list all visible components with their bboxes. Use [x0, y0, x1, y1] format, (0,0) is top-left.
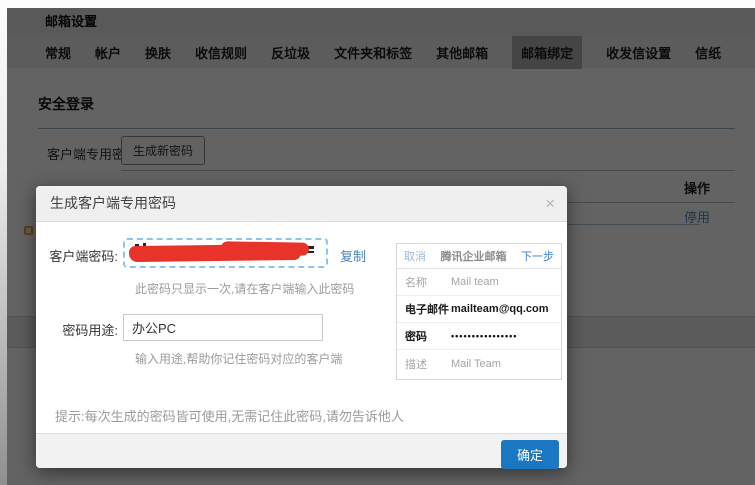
client-preview-next-label: 下一步 [521, 248, 554, 264]
client-preview-row-description: 描述 Mail Team [397, 350, 561, 377]
dialog-title: 生成客户端专用密码 [50, 186, 176, 221]
row-label: 电子邮件 [405, 301, 451, 317]
client-setup-preview: 取消 腾讯企业邮箱 下一步 名称 Mail team 电子邮件 mailteam… [396, 243, 562, 380]
client-preview-row-password: 密码 •••••••••••••••• [397, 323, 561, 350]
screenshot-frame: 邮箱设置 常规 帐户 换肤 收信规则 反垃圾 文件夹和标签 其他邮箱 邮箱绑定 … [0, 0, 755, 485]
redaction-scribble [129, 244, 301, 262]
dialog-tip: 提示:每次生成的密码皆可使用,无需记住此密码,请勿告诉他人 [55, 406, 404, 425]
purpose-input[interactable] [123, 314, 323, 341]
client-preview-title: 腾讯企业邮箱 [441, 248, 507, 264]
row-label: 密码 [405, 328, 451, 344]
generated-password-box [123, 238, 328, 268]
purpose-note: 输入用途,帮助你记住密码对应的客户端 [135, 350, 342, 367]
row-value: Mail team [451, 276, 499, 288]
password-note: 此密码只显示一次,请在客户端输入此密码 [135, 280, 354, 297]
row-value: •••••••••••••••• [451, 331, 517, 341]
row-label: 名称 [405, 274, 451, 290]
client-preview-navbar: 取消 腾讯企业邮箱 下一步 [397, 244, 561, 269]
dialog-footer: 确定 [36, 433, 567, 468]
client-preview-row-email: 电子邮件 mailteam@qq.com [397, 296, 561, 323]
close-icon[interactable]: × [545, 186, 555, 221]
dialog-header: 生成客户端专用密码 × [36, 186, 567, 222]
row-value: mailteam@qq.com [451, 303, 549, 315]
row-value: Mail Team [451, 358, 501, 370]
client-password-label: 客户端密码: [36, 246, 118, 265]
generate-password-dialog: 生成客户端专用密码 × 客户端密码: 复制 此密码只显示一次,请在客户端输入此密… [36, 186, 567, 468]
dialog-body: 客户端密码: 复制 此密码只显示一次,请在客户端输入此密码 密码用途: 输入用途… [36, 222, 567, 433]
client-preview-cancel-label: 取消 [404, 248, 426, 264]
client-preview-row-name: 名称 Mail team [397, 269, 561, 296]
confirm-button[interactable]: 确定 [501, 440, 559, 469]
purpose-label: 密码用途: [36, 320, 118, 339]
copy-link[interactable]: 复制 [340, 246, 366, 265]
row-label: 描述 [405, 356, 451, 372]
